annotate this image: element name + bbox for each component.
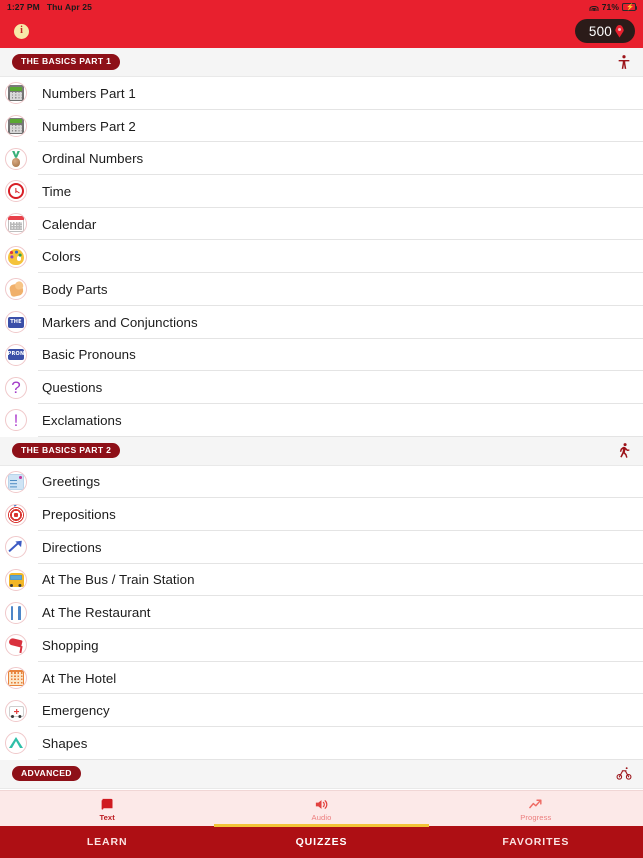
alarm-clock-icon xyxy=(5,180,27,203)
lesson-row[interactable]: Ordinal Numbers xyxy=(0,142,643,176)
mode-progress[interactable]: Progress xyxy=(429,791,643,826)
points-value: 500 xyxy=(588,23,612,39)
lesson-label: Body Parts xyxy=(42,281,108,297)
status-date: Thu Apr 25 xyxy=(46,2,92,12)
lesson-row[interactable]: Time xyxy=(0,175,643,208)
hotel-icon xyxy=(5,667,27,690)
lesson-label: Time xyxy=(42,183,72,199)
lesson-row[interactable]: ! Exclamations xyxy=(0,403,643,437)
status-bar: 1:27 PM Thu Apr 25 71% ⚡ xyxy=(0,0,643,14)
greeting-card-icon xyxy=(5,470,27,493)
lesson-row[interactable]: THE Markers and Conjunctions xyxy=(0,305,643,339)
mode-label: Text xyxy=(99,813,115,822)
section-header: THE BASICS PART 1 xyxy=(0,48,643,77)
lesson-row[interactable]: Shapes xyxy=(0,727,643,760)
lesson-label: Shopping xyxy=(42,637,99,653)
mode-bar: Text Audio Progress xyxy=(0,790,643,826)
mode-label: Progress xyxy=(520,813,552,822)
mode-text[interactable]: Text xyxy=(0,791,214,826)
lesson-row[interactable]: At The Hotel xyxy=(0,661,643,695)
lesson-row[interactable]: Body Parts xyxy=(0,273,643,306)
app-bar: i 500 xyxy=(0,14,643,48)
lesson-label: Directions xyxy=(42,539,102,555)
status-bar-right: 71% ⚡ xyxy=(589,2,638,12)
lesson-label: Markers and Conjunctions xyxy=(42,314,198,330)
up-right-arrow-icon xyxy=(5,536,27,559)
flexed-biceps-icon xyxy=(5,278,27,301)
walking-person-icon xyxy=(616,441,632,460)
lesson-label: Numbers Part 1 xyxy=(42,85,136,101)
bicycle-icon xyxy=(616,764,632,783)
lesson-row[interactable]: Numbers Part 1 xyxy=(0,77,643,110)
battery-icon: ⚡ xyxy=(622,3,638,11)
question-mark-icon: ? xyxy=(5,376,27,399)
lesson-row[interactable]: Shopping xyxy=(0,629,643,662)
bottom-tab-bar: LEARN QUIZZES FAVORITES xyxy=(0,824,643,858)
lesson-row[interactable]: At The Restaurant xyxy=(0,596,643,629)
lesson-label: At The Hotel xyxy=(42,670,117,686)
calendar-icon xyxy=(5,213,27,236)
lesson-label: At The Restaurant xyxy=(42,605,151,621)
section-header: ADVANCED xyxy=(0,759,643,789)
lesson-row[interactable]: Greetings xyxy=(0,465,643,499)
lesson-row[interactable]: Directions xyxy=(0,530,643,564)
lesson-label: Questions xyxy=(42,380,103,396)
triangle-icon xyxy=(5,732,27,755)
lesson-label: Shapes xyxy=(42,735,88,751)
lesson-list[interactable]: THE BASICS PART 1 Numbers Part 1 Numbers P… xyxy=(0,48,643,790)
status-bar-left: 1:27 PM Thu Apr 25 xyxy=(7,2,92,12)
trend-up-icon xyxy=(528,797,543,812)
section-badge[interactable]: THE BASICS PART 2 xyxy=(12,443,121,459)
app-root: 1:27 PM Thu Apr 25 71% ⚡ i 500 THE BASIC… xyxy=(0,0,643,858)
location-pin-icon xyxy=(615,25,624,38)
lesson-row[interactable]: Calendar xyxy=(0,207,643,241)
lesson-label: Colors xyxy=(42,249,81,265)
section-badge[interactable]: ADVANCED xyxy=(12,766,81,782)
fork-and-knife-icon xyxy=(5,601,27,624)
medal-icon xyxy=(5,147,27,170)
standing-person-icon xyxy=(616,53,632,72)
lesson-label: Ordinal Numbers xyxy=(42,151,144,167)
points-pill[interactable]: 500 xyxy=(574,19,635,43)
lesson-row[interactable]: ? Questions xyxy=(0,371,643,404)
exclamation-mark-icon: ! xyxy=(5,409,27,432)
high-heel-icon xyxy=(5,634,27,657)
lesson-label: Greetings xyxy=(42,474,101,490)
bus-icon xyxy=(5,568,27,591)
wifi-icon xyxy=(589,4,599,11)
lesson-label: Emergency xyxy=(42,703,110,719)
lesson-label: Numbers Part 2 xyxy=(42,118,136,134)
lesson-row[interactable]: Emergency xyxy=(0,694,643,728)
the-badge-icon: THE xyxy=(5,311,27,334)
battery-percent: 71% xyxy=(601,2,619,12)
tab-learn[interactable]: LEARN xyxy=(0,826,214,858)
artist-palette-icon xyxy=(5,245,27,268)
section-header: THE BASICS PART 2 xyxy=(0,436,643,466)
calculator-icon xyxy=(5,115,27,138)
lesson-row[interactable]: At The Bus / Train Station xyxy=(0,563,643,597)
lesson-row[interactable]: Prepositions xyxy=(0,498,643,531)
mode-label: Audio xyxy=(311,813,332,822)
section-badge[interactable]: THE BASICS PART 1 xyxy=(12,54,121,70)
calculator-icon xyxy=(5,82,27,105)
ambulance-icon xyxy=(5,699,27,722)
lesson-label: Exclamations xyxy=(42,412,122,428)
lesson-label: Calendar xyxy=(42,216,97,232)
pron-badge-icon: PRON xyxy=(5,343,27,366)
lesson-label: Basic Pronouns xyxy=(42,347,136,363)
lesson-label: At The Bus / Train Station xyxy=(42,572,195,588)
speaker-icon xyxy=(314,797,329,812)
book-icon xyxy=(100,797,115,812)
lesson-row[interactable]: Numbers Part 2 xyxy=(0,109,643,143)
lesson-label: Prepositions xyxy=(42,507,116,523)
lesson-row[interactable]: Colors xyxy=(0,240,643,274)
lesson-row[interactable]: PRON Basic Pronouns xyxy=(0,338,643,372)
tab-favorites[interactable]: FAVORITES xyxy=(429,826,643,858)
info-icon[interactable]: i xyxy=(14,23,29,39)
status-time: 1:27 PM xyxy=(7,2,40,12)
dart-board-icon xyxy=(5,503,27,526)
tab-quizzes[interactable]: QUIZZES xyxy=(214,824,429,858)
mode-audio[interactable]: Audio xyxy=(214,791,428,826)
